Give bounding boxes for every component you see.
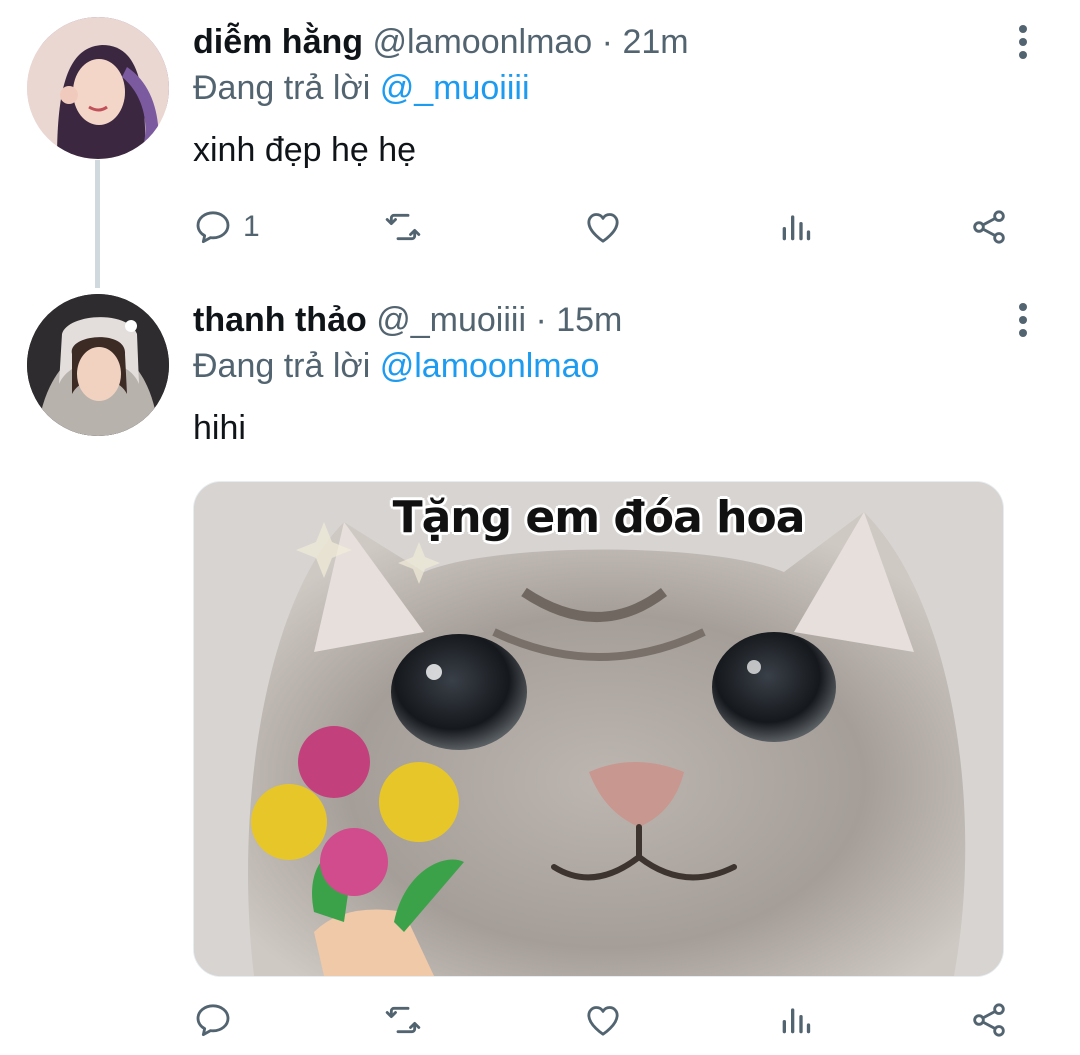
- more-icon[interactable]: [1011, 22, 1035, 62]
- share-icon: [969, 1000, 1009, 1040]
- avatar[interactable]: [27, 17, 169, 159]
- retweet-icon: [383, 207, 423, 247]
- separator-dot: ·: [535, 301, 547, 339]
- mention-link[interactable]: @lamoonlmao: [380, 347, 600, 385]
- tweet-image[interactable]: Tặng em đóa hoa: [193, 481, 1004, 977]
- timestamp[interactable]: 15m: [556, 301, 622, 339]
- like-button[interactable]: [583, 205, 623, 249]
- separator-dot: ·: [601, 23, 613, 61]
- tweet[interactable]: diễm hằng @lamoonlmao · 21m Đang trả lời…: [0, 0, 1080, 288]
- tweet[interactable]: thanh thảo @_muoiiii · 15m Đang trả lời …: [0, 280, 1080, 1055]
- replying-to: Đang trả lời @_muoiiii: [193, 68, 530, 108]
- author-name[interactable]: diễm hằng: [193, 23, 363, 61]
- replying-to-label: Đang trả lời: [193, 347, 371, 385]
- more-icon[interactable]: [1011, 300, 1035, 340]
- image-caption: Tặng em đóa hoa: [392, 492, 806, 543]
- reply-count: 1: [243, 210, 260, 243]
- reply-button[interactable]: 1: [193, 205, 260, 249]
- reply-icon: [193, 1000, 233, 1040]
- analytics-button[interactable]: [776, 205, 816, 249]
- author-name[interactable]: thanh thảo: [193, 301, 367, 339]
- stats-icon: [776, 1000, 816, 1040]
- reply-icon: [193, 207, 233, 247]
- mention-link[interactable]: @_muoiiii: [380, 69, 530, 107]
- stats-icon: [776, 207, 816, 247]
- retweet-icon: [383, 1000, 423, 1040]
- share-icon: [969, 207, 1009, 247]
- replying-to-label: Đang trả lời: [193, 69, 371, 107]
- tweet-header: thanh thảo @_muoiiii · 15m: [193, 300, 622, 340]
- retweet-button[interactable]: [383, 205, 423, 249]
- reply-button[interactable]: [193, 998, 233, 1042]
- avatar[interactable]: [27, 294, 169, 436]
- author-handle[interactable]: @lamoonlmao: [372, 23, 592, 61]
- thread-line: [95, 160, 100, 288]
- retweet-button[interactable]: [383, 998, 423, 1042]
- tweet-text: xinh đẹp hẹ hẹ: [193, 131, 417, 169]
- like-button[interactable]: [583, 998, 623, 1042]
- author-handle[interactable]: @_muoiiii: [376, 301, 526, 339]
- action-bar: 1: [193, 205, 1023, 249]
- tweet-header: diễm hằng @lamoonlmao · 21m: [193, 22, 689, 62]
- like-icon: [583, 207, 623, 247]
- like-icon: [583, 1000, 623, 1040]
- share-button[interactable]: [969, 998, 1009, 1042]
- analytics-button[interactable]: [776, 998, 816, 1042]
- timestamp[interactable]: 21m: [622, 23, 688, 61]
- replying-to: Đang trả lời @lamoonlmao: [193, 346, 599, 386]
- action-bar: [193, 998, 1023, 1042]
- share-button[interactable]: [969, 205, 1009, 249]
- tweet-text: hihi: [193, 409, 246, 447]
